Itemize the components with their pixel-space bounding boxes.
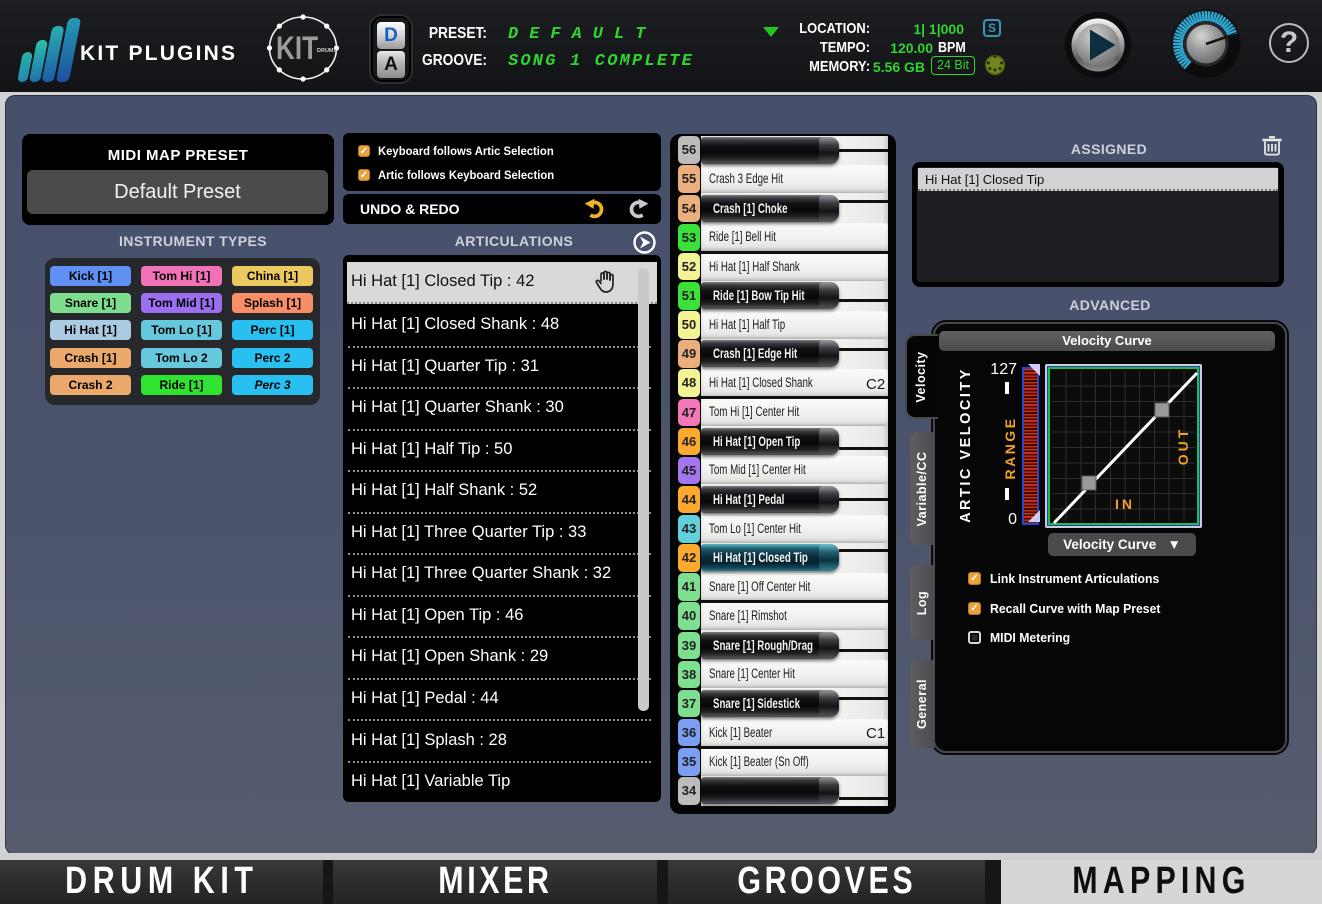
svg-text:KIT: KIT	[276, 30, 318, 66]
svg-text:DRUMS: DRUMS	[317, 48, 337, 54]
